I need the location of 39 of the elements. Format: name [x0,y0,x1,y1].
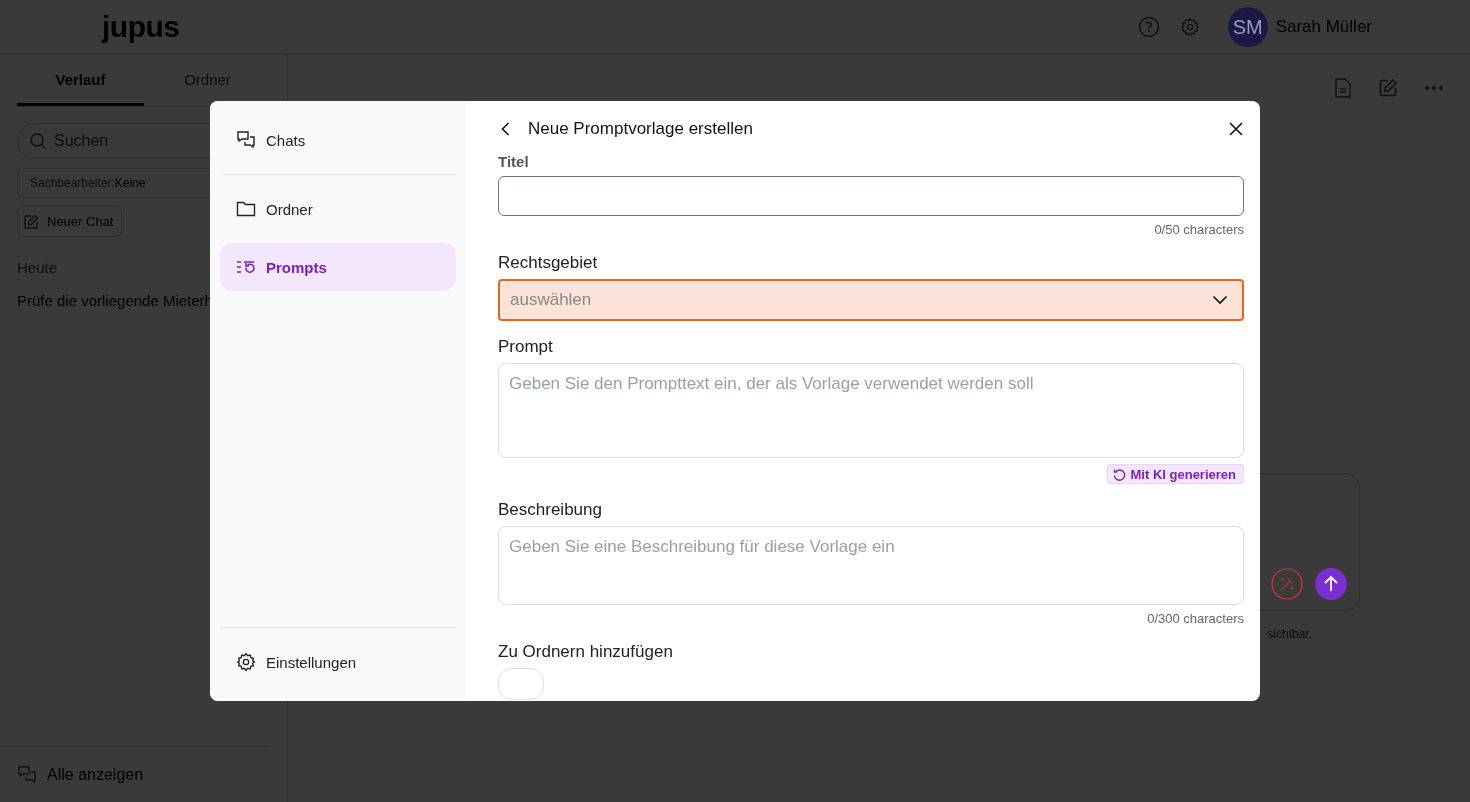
text-area[interactable]: Geben Sie den Prompttext ein, der als Vorlage verwendet werden soll [498,363,1244,458]
edit-icon [23,213,39,230]
search-icon [29,132,47,150]
prompts-icon [236,258,256,276]
character-counter: 0/300 characters [1147,611,1244,626]
field-label: Beschreibung [498,500,603,520]
edit-icon[interactable] [1378,78,1398,98]
settings-nav-item[interactable]: Einstellungen [220,638,456,686]
field-label: Prompt [498,337,554,357]
select-field[interactable]: auswählen [498,279,1244,321]
dialog-title: Neue Promptvorlage erstellen [528,119,754,139]
field-label: Titel [498,153,530,170]
generate-button[interactable]: Mit KI generieren [1106,464,1244,484]
text-area[interactable]: Geben Sie eine Beschreibung für diese Vorlage ein [498,526,1244,605]
magic-wand-icon[interactable] [1271,568,1303,600]
more-icon[interactable] [1424,85,1444,91]
document-icon[interactable] [1334,78,1352,98]
user-name: Sarah Müller [1275,17,1372,37]
settings-icon [236,652,256,672]
field-label: Rechtsgebiet [498,253,599,273]
user-avatar[interactable]: SM [1227,7,1268,47]
folder-icon [236,200,256,218]
character-counter: 0/50 characters [1154,222,1244,237]
logo: jupus [102,10,180,44]
chats-icon [17,764,37,785]
show-all-button[interactable]: Alle anzeigen [0,746,270,802]
new-chat-button[interactable]: Neuer Chat [17,206,123,237]
nav-item[interactable]: Prompts [220,243,456,291]
chats-icon [236,130,256,150]
close-icon[interactable] [1228,121,1244,137]
folder-chip[interactable] [498,668,544,700]
help-icon[interactable] [1137,16,1160,38]
sidebar-tab[interactable]: Verlauf [17,55,144,106]
title-field[interactable] [498,176,1244,216]
refresh-icon [1112,467,1126,481]
chevron-down-icon [1212,295,1228,305]
settings-icon[interactable] [1179,17,1200,37]
send-icon[interactable] [1315,568,1347,600]
field-label: Zu Ordnern hinzufügen [498,642,674,662]
